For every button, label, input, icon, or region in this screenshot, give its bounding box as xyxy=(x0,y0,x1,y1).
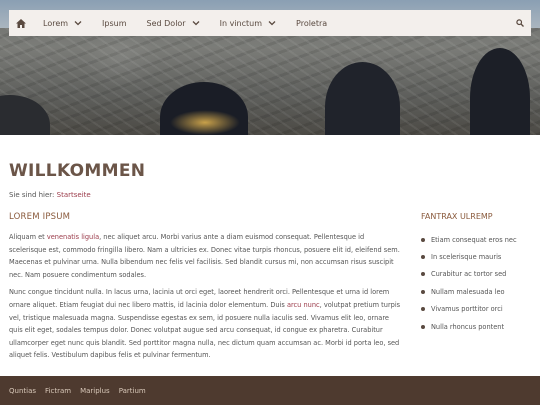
footer-link[interactable]: Quntias xyxy=(9,387,36,395)
sidebar-item-label: Nulla rhoncus pontent xyxy=(431,322,505,331)
sidebar-list-item[interactable]: Nullam malesuada leo xyxy=(421,283,533,300)
bullet-icon xyxy=(421,324,425,329)
nav-item-label: Ipsum xyxy=(102,18,127,28)
nav-item-label: Sed Dolor xyxy=(146,18,186,28)
nav-item-proletra[interactable]: Proletra xyxy=(286,10,337,36)
nav-item-label: Lorem xyxy=(43,18,69,28)
paragraph-text: Aliquam et xyxy=(9,233,47,241)
sidebar-list-item[interactable]: Etiam consequat eros nec xyxy=(421,231,533,248)
chevron-down-icon xyxy=(74,21,82,26)
breadcrumb-link-home[interactable]: Startseite xyxy=(57,191,91,199)
hero-light xyxy=(170,110,240,135)
footer: Quntias Fictram Mariplus Partium xyxy=(0,376,540,405)
inline-link[interactable]: venenatis ligula xyxy=(47,233,99,241)
sidebar-list-item[interactable]: In scelerisque mauris xyxy=(421,248,533,265)
sidebar-item-label: In scelerisque mauris xyxy=(431,253,502,262)
breadcrumb-prefix: Sie sind hier: xyxy=(9,191,57,199)
paragraph-text: , volutpat pretium turpis vel, tristique… xyxy=(9,300,401,360)
sidebar-item-label: Curabitur ac tortor sed xyxy=(431,270,507,279)
home-button[interactable] xyxy=(9,18,33,28)
sidebar-list-item[interactable]: Vivamus porttitor orci xyxy=(421,301,533,318)
sidebar-list-item[interactable]: Nulla rhoncus pontent xyxy=(421,318,533,335)
sidebar-list: Etiam consequat eros nec In scelerisque … xyxy=(421,231,533,335)
nav-item-label: Proletra xyxy=(296,18,328,28)
footer-link[interactable]: Partium xyxy=(119,387,146,395)
bullet-icon xyxy=(421,272,425,277)
page-title: WILLKOMMEN xyxy=(9,161,146,181)
bullet-icon xyxy=(421,307,425,312)
chevron-down-icon xyxy=(192,21,200,26)
bullet-icon xyxy=(421,237,425,242)
main-content: LOREM IPSUM Aliquam et venenatis ligula,… xyxy=(9,212,401,367)
breadcrumb: Sie sind hier: Startseite xyxy=(9,191,91,199)
search-icon xyxy=(516,19,524,27)
search-button[interactable] xyxy=(509,19,531,27)
nav-item-lorem[interactable]: Lorem xyxy=(33,10,92,36)
main-navigation: Lorem Ipsum Sed Dolor In vinctum Proletr… xyxy=(9,10,531,36)
nav-item-label: In vinctum xyxy=(219,18,263,28)
inline-link[interactable]: arcu nunc xyxy=(287,301,320,309)
bullet-icon xyxy=(421,289,425,294)
nav-item-sed-dolor[interactable]: Sed Dolor xyxy=(137,10,210,36)
hero-stone-texture xyxy=(0,28,540,135)
sidebar-item-label: Nullam malesuada leo xyxy=(431,287,505,296)
footer-link[interactable]: Fictram xyxy=(45,387,71,395)
nav-item-in-vinctum[interactable]: In vinctum xyxy=(210,10,286,36)
chevron-down-icon xyxy=(268,21,276,26)
sidebar-heading: FANTRAX ULREMP xyxy=(421,212,493,221)
footer-link[interactable]: Mariplus xyxy=(80,387,110,395)
sidebar-list-item[interactable]: Curabitur ac tortor sed xyxy=(421,266,533,283)
sidebar: FANTRAX ULREMP Etiam consequat eros nec … xyxy=(421,212,533,335)
bullet-icon xyxy=(421,255,425,260)
paragraph: Aliquam et venenatis ligula, nec aliquet… xyxy=(9,231,401,281)
nav-item-ipsum[interactable]: Ipsum xyxy=(92,10,136,36)
paragraph: Nunc congue tincidunt nulla. In lacus ur… xyxy=(9,286,401,362)
sidebar-item-label: Vivamus porttitor orci xyxy=(431,305,503,314)
section-heading: LOREM IPSUM xyxy=(9,212,71,222)
home-icon xyxy=(16,18,26,28)
sidebar-item-label: Etiam consequat eros nec xyxy=(431,235,517,244)
